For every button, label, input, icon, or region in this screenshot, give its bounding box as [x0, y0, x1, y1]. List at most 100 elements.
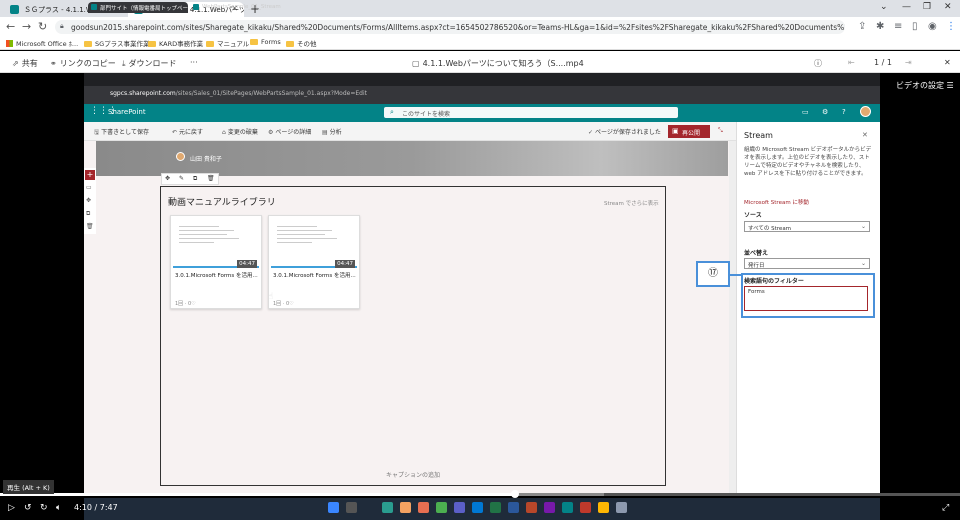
- folder-icon: [286, 41, 294, 47]
- folder-icon: [84, 41, 92, 47]
- source-label: ソース: [744, 212, 762, 219]
- app-icon: [598, 502, 609, 513]
- app-icon: [616, 502, 627, 513]
- bookmark-item[interactable]: SGプラス事業作業: [84, 38, 150, 48]
- extensions-icon[interactable]: ✱: [876, 21, 884, 32]
- inner-url: sgpcs.sharepoint.com/sites/Sales_01/Site…: [110, 90, 367, 97]
- edge-icon: [382, 502, 393, 513]
- bookmark-item[interactable]: マニュアル: [206, 38, 249, 48]
- folder-icon: [400, 502, 411, 513]
- close-window-icon[interactable]: ✕: [944, 2, 952, 12]
- duplicate-icon: ⧉: [86, 210, 91, 217]
- sharepoint-brand: SharePoint: [108, 108, 146, 116]
- share-icon: ⇗: [12, 59, 19, 68]
- play-tooltip: 再生 (Alt + K): [3, 480, 54, 494]
- bookmark-item[interactable]: KARD事務作業: [148, 38, 203, 48]
- folder-icon: [206, 41, 214, 47]
- forward-icon[interactable]: →: [22, 20, 31, 33]
- inner-tab: 部門サイト（情報電番局トップペー: [88, 2, 188, 13]
- download-button[interactable]: ⤓ ダウンロード: [122, 58, 177, 69]
- sort-select: 発行日 ⌄: [744, 258, 870, 269]
- video-thumbnail: 04:47: [271, 218, 357, 268]
- info-icon[interactable]: ⓘ: [814, 58, 822, 69]
- bookmark-item[interactable]: Forms: [250, 38, 281, 46]
- profile-icon[interactable]: ◉: [928, 21, 937, 32]
- undo-button: ↶ 元に戻す: [172, 129, 204, 136]
- back-icon[interactable]: ←: [6, 20, 15, 33]
- publish-icon: ▣: [672, 127, 679, 135]
- fullscreen-icon[interactable]: ⤢: [942, 503, 949, 513]
- folder-icon: [148, 41, 156, 47]
- minimize-icon[interactable]: —: [902, 2, 911, 12]
- play-icon[interactable]: ▷: [8, 503, 15, 513]
- share-button[interactable]: ⇗ 共有: [12, 58, 38, 69]
- avatar: [860, 106, 871, 117]
- start-icon: [328, 502, 339, 513]
- forward-10-icon[interactable]: ↻: [40, 503, 48, 513]
- check-icon: ✓: [588, 129, 594, 136]
- chevron-down-icon: ⌄: [860, 223, 866, 230]
- chevron-down-icon[interactable]: ⌄: [880, 2, 888, 12]
- copy-link-button[interactable]: ⚭ リンクのコピー: [50, 58, 116, 69]
- video-settings-button[interactable]: ビデオの設定 ☰: [896, 80, 954, 91]
- stream-more-link: Stream でさらに表示: [604, 201, 659, 207]
- help-icon: ?: [842, 108, 846, 116]
- progress-fill: [0, 493, 515, 496]
- bookmark-item[interactable]: その他: [286, 38, 317, 48]
- microsoft-logo-icon: [6, 40, 13, 47]
- analytics-icon: ▤: [322, 129, 328, 136]
- chat-icon: ▭: [802, 108, 809, 116]
- callout-line: [730, 274, 742, 276]
- inner-tab: WebPartsSample_01_Stream: [190, 2, 281, 13]
- republish-button: ▣ 再公開: [668, 125, 710, 138]
- discard-icon: ⌂: [222, 129, 226, 136]
- app-icon: [580, 502, 591, 513]
- step-marker: ⑰: [696, 261, 730, 287]
- bookmark-item[interactable]: Microsoft Office ﾎ...: [6, 38, 78, 48]
- stream-goto-link: Microsoft Stream に移動: [744, 200, 809, 206]
- excel-icon: [490, 502, 501, 513]
- video-card: 04:47 3.0.1.Microsoft Forms を活用... 1回 · …: [170, 215, 262, 309]
- save-draft-button: 🖫︎ 下書きとして保存: [94, 129, 149, 136]
- duplicate-icon: ⧉: [193, 175, 198, 182]
- sharepoint-icon: [562, 502, 573, 513]
- move-icon: ✥: [165, 175, 171, 182]
- rewind-10-icon[interactable]: ↺: [24, 503, 32, 513]
- chrome-icon: [436, 502, 447, 513]
- first-page-icon[interactable]: ⇤: [848, 58, 855, 67]
- undo-icon: ↶: [172, 129, 178, 136]
- office-icon: [418, 502, 429, 513]
- source-select: すべての Stream ⌄: [744, 221, 870, 232]
- discard-button: ⌂ 変更の破棄: [222, 129, 258, 136]
- share-page-icon[interactable]: ⇪: [858, 21, 866, 32]
- url-input[interactable]: 🔒︎ goodsun2015.sharepoint.com/sites/Shar…: [55, 20, 845, 34]
- restore-icon[interactable]: ❐: [923, 2, 931, 12]
- url-text: goodsun2015.sharepoint.com/sites/Sharega…: [71, 23, 845, 32]
- menu-icon[interactable]: ⋮: [946, 21, 956, 32]
- more-button[interactable]: ···: [190, 58, 198, 67]
- link-icon: ⚭: [50, 59, 57, 68]
- comment-icon: ▭: [86, 184, 92, 191]
- outlook-icon: [472, 502, 483, 513]
- last-page-icon[interactable]: ⇥: [905, 58, 912, 67]
- volume-icon[interactable]: 🔈︎: [56, 503, 61, 513]
- saved-status: ✓ ページが保存されました: [588, 129, 661, 136]
- sharepoint-favicon-icon: [10, 5, 19, 14]
- side-panel-icon[interactable]: ▯: [912, 21, 918, 32]
- gear-icon: ⚙: [268, 129, 274, 136]
- search-icon: [346, 502, 357, 513]
- add-section-icon: +: [85, 170, 95, 180]
- save-icon: 🖫︎: [94, 129, 100, 136]
- reading-list-icon[interactable]: ≡: [894, 21, 902, 32]
- close-viewer-icon[interactable]: ✕: [944, 58, 951, 67]
- powerpoint-icon: [526, 502, 537, 513]
- caption-placeholder: キャプションの追加: [386, 472, 441, 479]
- move-icon: ✥: [86, 197, 92, 204]
- page-details-button: ⚙ ページの詳細: [268, 129, 312, 136]
- filter-label: 検索語句のフィルター: [744, 278, 804, 285]
- page-indicator: 1 / 1: [874, 58, 892, 67]
- pane-description: 組織の Microsoft Stream ビデオポータルからビデオを表示します。…: [744, 147, 872, 177]
- gear-icon: ⚙: [822, 108, 829, 116]
- reload-icon[interactable]: ↻: [38, 20, 47, 33]
- progress-handle[interactable]: [510, 490, 519, 498]
